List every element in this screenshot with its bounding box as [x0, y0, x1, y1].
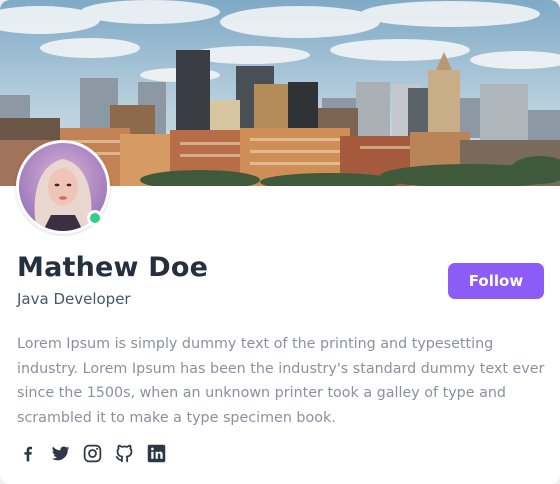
facebook-icon[interactable] [17, 442, 39, 464]
profile-name: Mathew Doe [17, 252, 209, 283]
profile-role: Java Developer [17, 290, 131, 308]
linkedin-icon[interactable] [145, 442, 167, 464]
twitter-icon[interactable] [49, 442, 71, 464]
social-links [17, 442, 167, 464]
online-status-indicator [87, 210, 103, 226]
profile-bio: Lorem Ipsum is simply dummy text of the … [17, 336, 545, 426]
follow-button[interactable]: Follow [448, 263, 544, 299]
instagram-icon[interactable] [81, 442, 103, 464]
avatar-container [16, 140, 110, 234]
github-icon[interactable] [113, 442, 135, 464]
profile-card: Mathew Doe Java Developer Follow Lorem I… [0, 0, 560, 484]
